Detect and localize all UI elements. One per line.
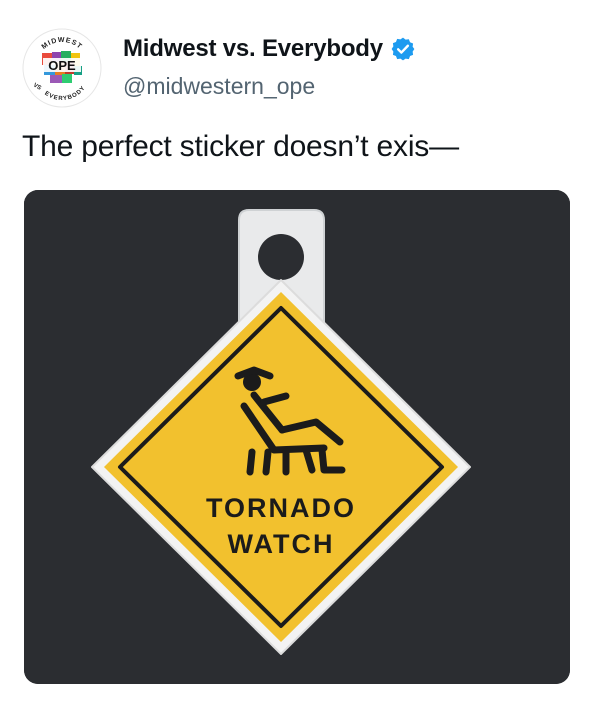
avatar-center-text: OPE <box>48 58 76 73</box>
avatar-logo: MIDWEST EVERYBODY OPE VS <box>22 28 102 108</box>
sticker-text-line1: TORNADO <box>206 493 356 523</box>
tweet-media-image[interactable]: TORNADO WATCH <box>24 190 570 684</box>
handle[interactable]: @midwestern_ope <box>123 73 315 100</box>
sticker-text-line2: WATCH <box>228 529 335 559</box>
tweet-text: The perfect sticker doesn’t exis— <box>22 130 459 163</box>
display-name[interactable]: Midwest vs. Everybody <box>123 35 383 63</box>
avatar[interactable]: MIDWEST EVERYBODY OPE VS <box>22 28 102 108</box>
name-row: Midwest vs. Everybody <box>123 35 416 63</box>
tornado-watch-sticker: TORNADO WATCH <box>24 190 570 684</box>
tweet-header: MIDWEST EVERYBODY OPE VS Midwest vs. Eve… <box>22 28 582 108</box>
verified-badge-icon <box>390 36 416 62</box>
